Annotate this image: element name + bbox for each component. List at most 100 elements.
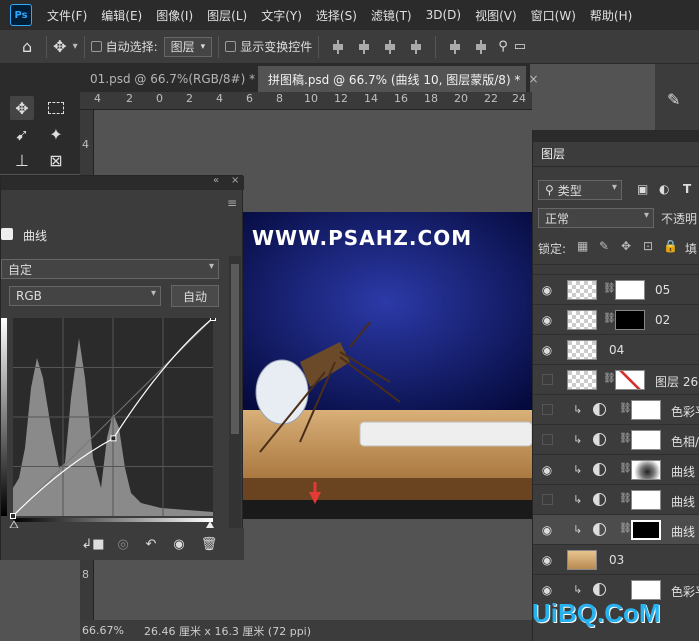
layer-mask-thumbnail[interactable]	[631, 430, 661, 450]
chevron-down-icon[interactable]: ▾	[73, 41, 78, 52]
tab-layers[interactable]: 图层	[533, 142, 573, 166]
layer-mask-thumbnail[interactable]	[631, 490, 661, 510]
layer-mask-thumbnail[interactable]	[631, 400, 661, 420]
preset-dropdown[interactable]: 自定 ▾	[1, 259, 219, 279]
menu-view[interactable]: 视图(V)	[468, 7, 524, 24]
magic-wand-icon[interactable]: ✦	[44, 122, 68, 146]
layer-mask-thumbnail[interactable]	[631, 580, 661, 600]
link-icon[interactable]: ⛓	[619, 493, 632, 507]
search-icon[interactable]: ⚲	[498, 39, 508, 54]
white-point-slider[interactable]	[206, 521, 214, 528]
workspace-icon[interactable]: ▭	[514, 39, 526, 54]
link-icon[interactable]: ⛓	[603, 313, 616, 327]
visibility-eye-icon[interactable]: ◉	[169, 534, 189, 554]
curve-control-point[interactable]	[110, 435, 117, 442]
layer-row[interactable]: ◉ ⛓ 05	[533, 274, 699, 304]
panel-menu-icon[interactable]: ≡	[227, 196, 237, 210]
layer-row[interactable]: ◉ 03	[533, 544, 699, 574]
crop-tool-icon[interactable]: ⊥	[10, 148, 34, 172]
clip-to-layer-icon[interactable]: ↲■	[81, 534, 104, 554]
eye-icon[interactable]: ◉	[539, 583, 555, 597]
curve-canvas[interactable]	[1, 315, 229, 529]
curve-control-point[interactable]	[10, 513, 16, 519]
layer-mask-thumbnail[interactable]	[615, 310, 645, 330]
lock-position-icon[interactable]: ✥	[621, 239, 631, 253]
eye-icon[interactable]: ◉	[539, 463, 555, 477]
layer-mask-thumbnail[interactable]	[615, 370, 645, 390]
layer-mask-thumbnail[interactable]	[631, 520, 661, 540]
menu-select[interactable]: 选择(S)	[309, 7, 364, 24]
visibility-toggle[interactable]	[542, 494, 553, 505]
align-top-icon[interactable]	[409, 39, 423, 54]
layer-row[interactable]: ↳ ⛓ 色相/	[533, 424, 699, 454]
collapse-icon[interactable]: «	[213, 175, 219, 186]
curve-graph[interactable]	[1, 315, 229, 529]
menu-image[interactable]: 图像(I)	[149, 7, 200, 24]
auto-button[interactable]: 自动	[171, 285, 219, 307]
link-icon[interactable]: ⛓	[603, 283, 616, 297]
link-icon[interactable]: ⛓	[619, 463, 632, 477]
frame-tool-icon[interactable]: ⊠	[44, 148, 68, 172]
menu-3d[interactable]: 3D(D)	[419, 8, 468, 22]
eye-icon[interactable]: ◉	[539, 523, 555, 537]
link-icon[interactable]: ⛓	[619, 403, 632, 417]
menu-filter[interactable]: 滤镜(T)	[364, 7, 419, 24]
align-center-icon[interactable]	[357, 39, 371, 54]
eye-icon[interactable]: ◉	[539, 553, 555, 567]
adjustment-filter-icon[interactable]: ◐	[659, 182, 669, 196]
layer-row[interactable]: ◉ 04	[533, 334, 699, 364]
view-previous-icon[interactable]: ◎	[113, 534, 133, 554]
zoom-level[interactable]: 66.67%	[82, 624, 124, 637]
lasso-tool-icon[interactable]: ➹	[10, 122, 34, 146]
menu-file[interactable]: 文件(F)	[40, 7, 94, 24]
tab-01-psd[interactable]: 01.psd @ 66.7%(RGB/8#) * ×	[80, 66, 273, 92]
channel-dropdown[interactable]: RGB ▾	[9, 286, 161, 306]
layer-row[interactable]: ◉ ↳ ⛓ 曲线	[533, 454, 699, 484]
menu-type[interactable]: 文字(Y)	[254, 7, 309, 24]
lock-artboard-icon[interactable]: ⊡	[643, 239, 653, 253]
move-tool-icon[interactable]: ✥	[53, 37, 66, 56]
layer-filter-dropdown[interactable]: ⚲ 类型 ▾	[538, 180, 622, 200]
move-tool-icon[interactable]: ✥	[10, 96, 34, 120]
lock-pixels-icon[interactable]: ✎	[599, 239, 609, 253]
scrollbar-thumb[interactable]	[231, 264, 239, 434]
brush-settings-icon[interactable]: ✎	[667, 90, 680, 109]
auto-select-dropdown[interactable]: 图层 ▾	[163, 36, 213, 57]
lock-transparent-icon[interactable]: ▦	[577, 239, 588, 253]
layer-mask-thumbnail[interactable]	[615, 280, 645, 300]
image-filter-icon[interactable]: ▣	[637, 182, 648, 196]
visibility-toggle[interactable]	[542, 374, 553, 385]
link-icon[interactable]: ⛓	[619, 523, 632, 537]
align-right-icon[interactable]	[383, 39, 397, 54]
menu-layer[interactable]: 图层(L)	[200, 7, 254, 24]
eye-icon[interactable]: ◉	[539, 343, 555, 357]
distribute-icon[interactable]	[448, 39, 462, 54]
menu-help[interactable]: 帮助(H)	[583, 7, 639, 24]
layer-row[interactable]: ↳ ⛓ 曲线	[533, 484, 699, 514]
lock-all-icon[interactable]: 🔒	[663, 239, 678, 253]
align-left-icon[interactable]	[331, 39, 345, 54]
canvas-artwork[interactable]: WWW.PSAHZ.COM	[240, 212, 532, 519]
blend-mode-dropdown[interactable]: 正常 ▾	[538, 208, 654, 228]
layer-mask-thumbnail[interactable]	[631, 460, 661, 480]
reset-icon[interactable]: ↶	[141, 534, 161, 554]
close-icon[interactable]: ×	[231, 175, 239, 186]
marquee-tool-icon[interactable]	[44, 96, 68, 120]
layer-row[interactable]: ⛓ 图层 266	[533, 364, 699, 394]
type-filter-icon[interactable]: T	[683, 182, 691, 196]
visibility-toggle[interactable]	[542, 434, 553, 445]
trash-icon[interactable]: 🗑	[199, 534, 219, 554]
eye-icon[interactable]: ◉	[539, 313, 555, 327]
visibility-toggle[interactable]	[542, 404, 553, 415]
layer-row-selected[interactable]: ◉ ↳ ⛓ 曲线	[533, 514, 699, 544]
layer-row[interactable]: ◉ ⛓ 02	[533, 304, 699, 334]
home-icon[interactable]: ⌂	[22, 37, 32, 56]
black-point-slider[interactable]	[9, 519, 19, 529]
menu-window[interactable]: 窗口(W)	[524, 7, 583, 24]
show-transform-checkbox[interactable]	[225, 41, 237, 52]
layer-row[interactable]: ↳ ⛓ 色彩平	[533, 394, 699, 424]
curve-control-point[interactable]	[210, 315, 216, 321]
link-icon[interactable]: ⛓	[603, 373, 616, 387]
eye-icon[interactable]: ◉	[539, 283, 555, 297]
auto-select-checkbox[interactable]	[90, 41, 102, 52]
